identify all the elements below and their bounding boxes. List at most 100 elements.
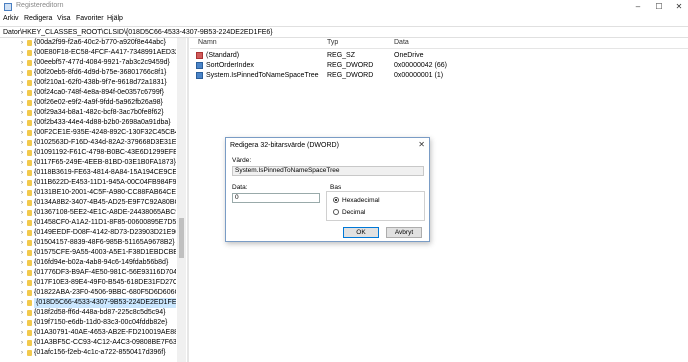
tree-item[interactable]: › {01776DF3-B9AF-4E50-981C-56E93116D704} — [0, 268, 176, 278]
tree-item[interactable]: › {01afc156-f2eb-4c1c-a722-8550417d396f} — [0, 348, 176, 358]
decimal-radio[interactable] — [333, 209, 339, 215]
tree-item[interactable]: › {01458CF0-A1A2-11D1-8F85-00600895E7D5} — [0, 218, 176, 228]
tree-item[interactable]: › {00f2b433-44e4-4d88-b2b0-2698a0a91dba} — [0, 118, 176, 128]
chevron-right-icon[interactable]: › — [21, 38, 23, 48]
tree-item[interactable]: › {01091192-F61C-4798-B0BC-43E6D1299EFE} — [0, 148, 176, 158]
chevron-right-icon[interactable]: › — [21, 278, 23, 288]
data-label: Data: — [232, 184, 248, 191]
folder-icon — [27, 180, 32, 186]
chevron-right-icon[interactable]: › — [21, 148, 23, 158]
pane-splitter[interactable] — [187, 38, 189, 362]
chevron-right-icon[interactable]: › — [21, 68, 23, 78]
chevron-right-icon[interactable]: › — [21, 58, 23, 68]
tree-item[interactable]: › {018D5C66-4533-4307-9B53-224DE2ED1FE6} — [0, 298, 176, 308]
tree-item[interactable]: › {0131BE10-2001-4C5F-A980-CC88FAB64CE8} — [0, 188, 176, 198]
tree-item-label: {0149EEDF-D08F-4142-8D73-D23903D21E90} — [34, 229, 176, 236]
tree-item[interactable]: › {011B622D-E453-11D1-945A-00C04FB984F9} — [0, 178, 176, 188]
chevron-right-icon[interactable]: › — [21, 238, 23, 248]
chevron-right-icon[interactable]: › — [21, 328, 23, 338]
tree-item[interactable]: › {01575CFE-9A55-4003-A5E1-F38D1EBDCBE1} — [0, 248, 176, 258]
ok-button[interactable]: OK — [343, 227, 379, 238]
chevron-right-icon[interactable]: › — [21, 248, 23, 258]
chevron-right-icon[interactable]: › — [21, 188, 23, 198]
tree-item[interactable]: › {00f26e02-e9f2-4a9f-9fdd-5a962fb26a98} — [0, 98, 176, 108]
folder-icon — [27, 90, 32, 96]
chevron-right-icon[interactable]: › — [21, 128, 23, 138]
column-header-type[interactable]: Typ — [327, 39, 338, 46]
close-button[interactable]: ✕ — [672, 1, 686, 13]
chevron-right-icon[interactable]: › — [21, 228, 23, 238]
tree-item[interactable]: › {01367108-5EE2-4E1C-A8DE-24438065ABC9} — [0, 208, 176, 218]
chevron-right-icon[interactable]: › — [21, 348, 23, 358]
value-name-field: System.IsPinnedToNameSpaceTree — [232, 166, 424, 176]
maximize-button[interactable]: ☐ — [652, 1, 666, 13]
chevron-right-icon[interactable]: › — [21, 258, 23, 268]
tree-scrollbar-thumb[interactable] — [179, 218, 184, 258]
chevron-right-icon[interactable]: › — [21, 268, 23, 278]
list-row[interactable]: (Standard) REG_SZ OneDrive — [190, 51, 688, 61]
address-bar[interactable]: Dator\HKEY_CLASSES_ROOT\CLSID\{018D5C66-… — [0, 26, 688, 38]
chevron-right-icon[interactable]: › — [21, 208, 23, 218]
decimal-label[interactable]: Decimal — [342, 209, 365, 216]
chevron-right-icon[interactable]: › — [21, 98, 23, 108]
chevron-right-icon[interactable]: › — [21, 298, 23, 308]
chevron-right-icon[interactable]: › — [21, 108, 23, 118]
tree-item[interactable]: › {00f29a34-b8a1-482c-bcf8-3ac7b0fe8f62} — [0, 108, 176, 118]
tree-item[interactable]: › {01A30791-40AE-4653-AB2E-FD210019AE88} — [0, 328, 176, 338]
tree-item[interactable]: › {016fd94e-b02a-4ab8-94c6-149fdab56b8d} — [0, 258, 176, 268]
chevron-right-icon[interactable]: › — [21, 158, 23, 168]
tree-item[interactable]: › {0117F65-249E-4EEB-81BD-03E1B0FA1873} — [0, 158, 176, 168]
menu-redigera[interactable]: Redigera — [24, 15, 52, 22]
tree-scrollbar[interactable] — [177, 38, 186, 362]
chevron-right-icon[interactable]: › — [21, 88, 23, 98]
chevron-right-icon[interactable]: › — [21, 288, 23, 298]
chevron-right-icon[interactable]: › — [21, 138, 23, 148]
menu-hjalp[interactable]: Hjälp — [107, 15, 123, 22]
chevron-right-icon[interactable]: › — [21, 318, 23, 328]
column-header-name[interactable]: Namn — [198, 39, 217, 46]
menu-favoriter[interactable]: Favoriter — [76, 15, 104, 22]
list-row[interactable]: System.IsPinnedToNameSpaceTree REG_DWORD… — [190, 71, 688, 81]
minimize-button[interactable]: – — [631, 1, 645, 13]
chevron-right-icon[interactable]: › — [21, 118, 23, 128]
menu-arkiv[interactable]: Arkiv — [3, 15, 19, 22]
value-name: System.IsPinnedToNameSpaceTree — [206, 72, 319, 79]
tree-item[interactable]: › {00E80F18-EC58-4FCF-A417-7348991AED32} — [0, 48, 176, 58]
chevron-right-icon[interactable]: › — [21, 78, 23, 88]
tree-item[interactable]: › {00eebf57-477d-4084-9921-7ab3c2c9459d} — [0, 58, 176, 68]
tree-item-label: {00f2b433-44e4-4d88-b2b0-2698a0a91dba} — [34, 119, 171, 126]
tree-item[interactable]: › {019f7150-e6db-11d0-83c3-00c04fddb82e} — [0, 318, 176, 328]
tree-item[interactable]: › {00da2f99-f2a6-40c2-b770-a920f8e44abc} — [0, 38, 176, 48]
folder-icon — [27, 50, 32, 56]
tree-item[interactable]: › {00f210a1-62f0-438b-9f7e-9618d72a1831} — [0, 78, 176, 88]
tree-item[interactable]: › {01504157-8839-48F6-985B-51165A9678B2} — [0, 238, 176, 248]
hexadecimal-label[interactable]: Hexadecimal — [342, 197, 380, 204]
list-row[interactable]: SortOrderIndex REG_DWORD 0x00000042 (66) — [190, 61, 688, 71]
tree-item[interactable]: › {01822ABA-23F0-4506-9BBC-680F5D6D606C} — [0, 288, 176, 298]
tree-item[interactable]: › {00f20eb5-8fd6-4d9d-b75e-36801766c8f1} — [0, 68, 176, 78]
chevron-right-icon[interactable]: › — [21, 48, 23, 58]
cancel-button[interactable]: Avbryt — [386, 227, 422, 238]
data-input[interactable]: 0 — [232, 193, 320, 203]
tree-item[interactable]: › {01A3BF5C-CC93-4C12-A4C3-09808BE7F63F} — [0, 338, 176, 348]
chevron-right-icon[interactable]: › — [21, 338, 23, 348]
chevron-right-icon[interactable]: › — [21, 168, 23, 178]
tree-item[interactable]: › {0134A8B2-3407-4B45-AD25-E9F7C92A80BC} — [0, 198, 176, 208]
tree-item[interactable]: › {00F2CE1E-935E-4248-892C-130F32C45CB4} — [0, 128, 176, 138]
tree-item[interactable]: › {0102563D-F16D-434d-82A2-379668D3E31E} — [0, 138, 176, 148]
base-group-label: Bas — [329, 184, 343, 191]
column-header-data[interactable]: Data — [394, 39, 409, 46]
chevron-right-icon[interactable]: › — [21, 308, 23, 318]
chevron-right-icon[interactable]: › — [21, 218, 23, 228]
tree-item[interactable]: › {0118B3619-FE63-4814-8A84-15A194CE9CE3} — [0, 168, 176, 178]
menu-visa[interactable]: Visa — [57, 15, 71, 22]
tree-item[interactable]: › {0149EEDF-D08F-4142-8D73-D23903D21E90} — [0, 228, 176, 238]
chevron-right-icon[interactable]: › — [21, 178, 23, 188]
tree-item[interactable]: › {00f24ca0-748f-4e8a-894f-0e0357c6799f} — [0, 88, 176, 98]
tree-item[interactable]: › {017F10E3-89E4-49F0-B545-618DE31FD27C} — [0, 278, 176, 288]
dialog-close-button[interactable]: ✕ — [418, 140, 425, 149]
tree-item[interactable]: › {018f2d58-ff6d-448a-bd87-225c8c5d5c94} — [0, 308, 176, 318]
chevron-right-icon[interactable]: › — [21, 198, 23, 208]
hexadecimal-radio[interactable] — [333, 197, 339, 203]
folder-icon — [27, 260, 32, 266]
